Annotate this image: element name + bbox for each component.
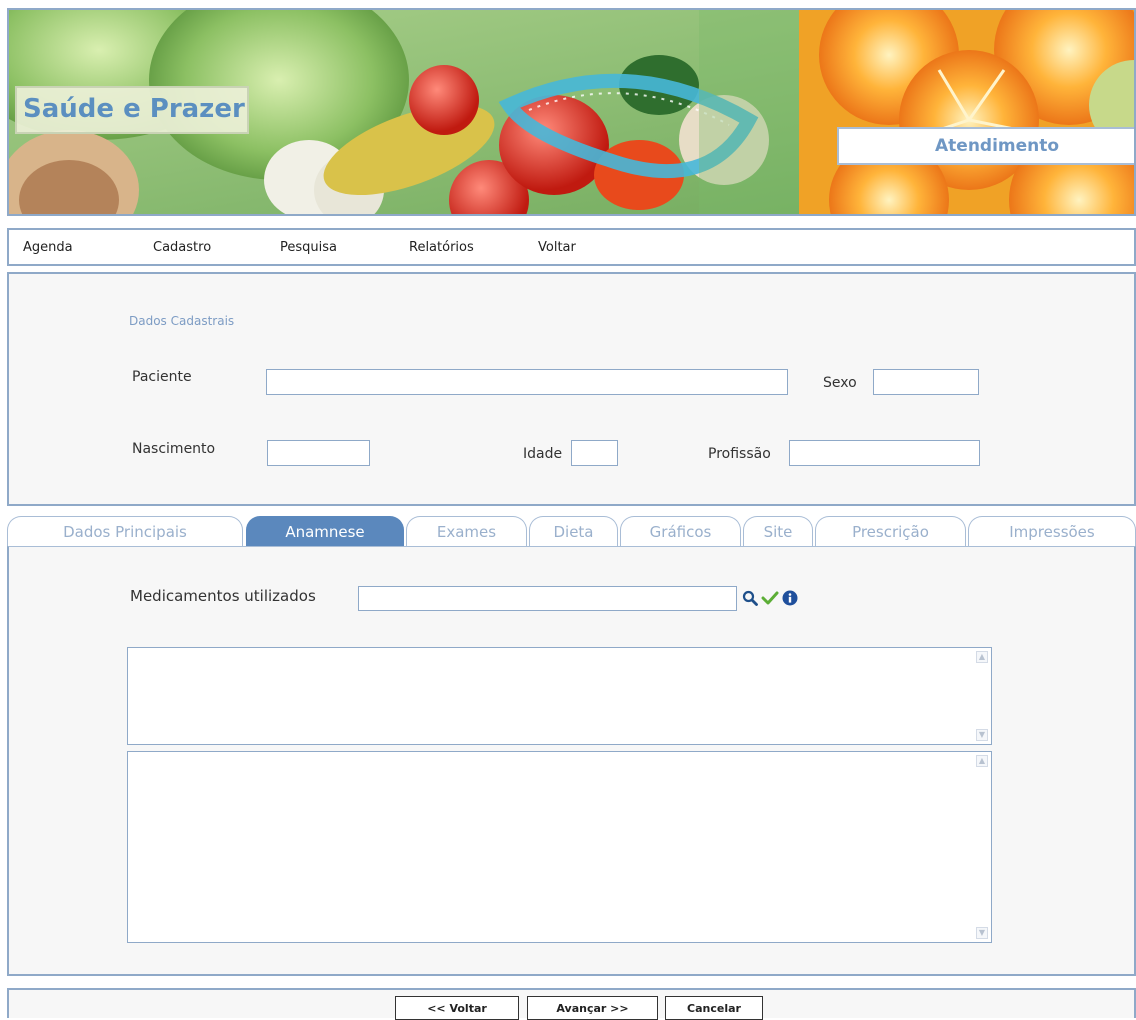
age-input[interactable] — [571, 440, 618, 466]
notes-textarea-2-container: ▲ ▼ — [127, 751, 992, 943]
medications-label: Medicamentos utilizados — [130, 587, 316, 605]
main-menu: Agenda Cadastro Pesquisa Relatórios Volt… — [7, 228, 1136, 266]
age-label: Idade — [523, 446, 563, 462]
tab-dieta[interactable]: Dieta — [529, 516, 618, 548]
scroll-down-icon[interactable]: ▼ — [976, 729, 988, 741]
menu-item-pesquisa[interactable]: Pesquisa — [280, 240, 337, 255]
patient-label: Paciente — [132, 369, 192, 385]
tab-bar: Dados Principais Anamnese Exames Dieta G… — [7, 516, 1136, 548]
search-icon[interactable] — [742, 590, 758, 606]
tab-anamnese[interactable]: Anamnese — [246, 516, 404, 548]
menu-item-agenda[interactable]: Agenda — [23, 240, 73, 255]
birth-label: Nascimento — [132, 441, 216, 457]
tab-exames[interactable]: Exames — [406, 516, 527, 548]
profession-input[interactable] — [789, 440, 980, 466]
menu-item-relatorios[interactable]: Relatórios — [409, 240, 474, 255]
tab-dados-principais[interactable]: Dados Principais — [7, 516, 243, 548]
header-banner: Saúde e Prazer Atendimento — [7, 8, 1136, 216]
section-heading: Dados Cadastrais — [129, 314, 235, 328]
scrollbar[interactable]: ▲ ▼ — [973, 752, 991, 942]
notes-textarea-2[interactable] — [128, 752, 973, 942]
registration-panel: Dados Cadastrais Paciente Sexo Nasciment… — [7, 272, 1136, 506]
patient-input[interactable] — [266, 369, 788, 395]
check-icon[interactable] — [761, 590, 779, 606]
info-icon[interactable] — [782, 590, 798, 606]
sex-label: Sexo — [823, 375, 857, 391]
anamnese-panel: Medicamentos utilizados ▲ ▼ ▲ ▼ — [7, 546, 1136, 976]
scroll-up-icon[interactable]: ▲ — [976, 651, 988, 663]
back-button[interactable]: << Voltar — [395, 996, 519, 1020]
tab-graficos[interactable]: Gráficos — [620, 516, 741, 548]
medications-input[interactable] — [358, 586, 737, 611]
next-button[interactable]: Avançar >> — [527, 996, 658, 1020]
brand-title: Saúde e Prazer — [15, 86, 249, 134]
notes-textarea-1-container: ▲ ▼ — [127, 647, 992, 745]
tab-prescricao[interactable]: Prescrição — [815, 516, 966, 548]
birth-input[interactable] — [267, 440, 370, 466]
cancel-button[interactable]: Cancelar — [665, 996, 763, 1020]
tab-impressoes[interactable]: Impressões — [968, 516, 1136, 548]
notes-textarea-1[interactable] — [128, 648, 973, 744]
sex-input[interactable] — [873, 369, 979, 395]
menu-item-cadastro[interactable]: Cadastro — [153, 240, 211, 255]
scrollbar[interactable]: ▲ ▼ — [973, 648, 991, 744]
profession-label: Profissão — [708, 446, 771, 462]
menu-item-voltar[interactable]: Voltar — [538, 240, 576, 255]
scroll-down-icon[interactable]: ▼ — [976, 927, 988, 939]
section-title: Atendimento — [837, 127, 1134, 165]
scroll-up-icon[interactable]: ▲ — [976, 755, 988, 767]
tab-site[interactable]: Site — [743, 516, 813, 548]
